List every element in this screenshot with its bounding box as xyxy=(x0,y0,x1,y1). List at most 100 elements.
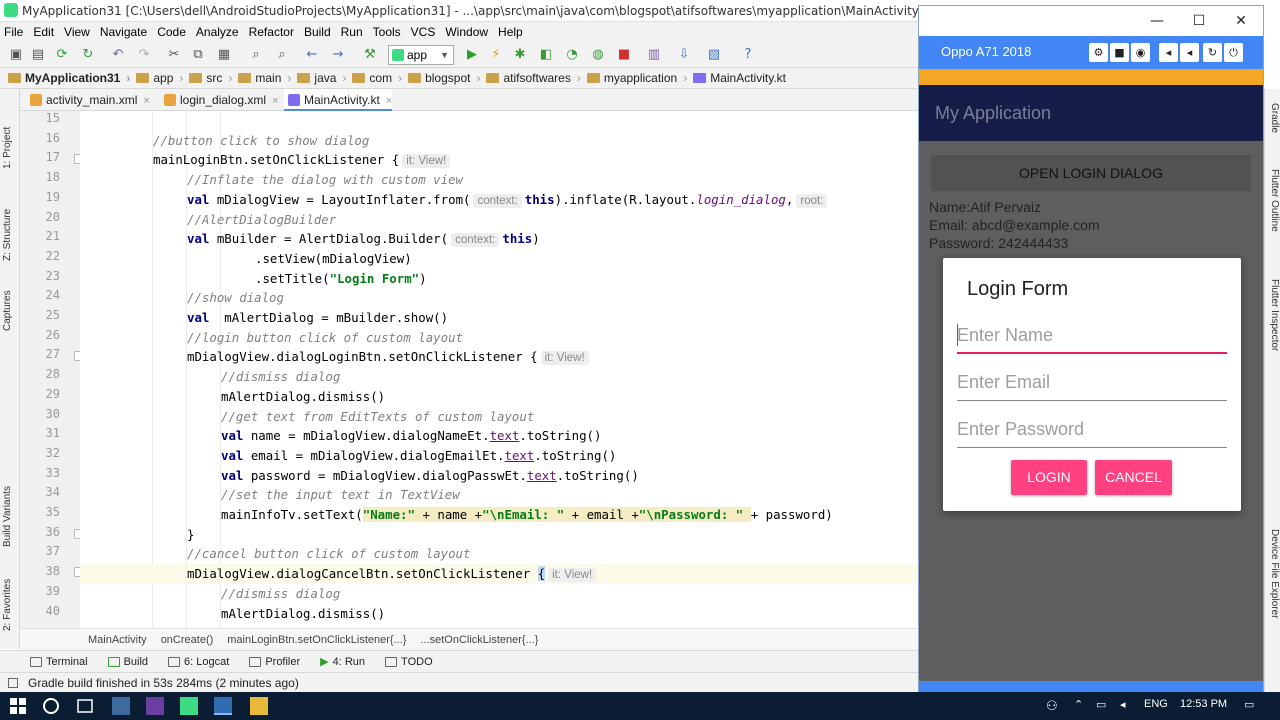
close-button[interactable]: ✕ xyxy=(1221,10,1261,32)
tool-tab-structure[interactable]: Z: Structure xyxy=(2,181,18,261)
name-field[interactable]: Enter Name xyxy=(957,318,1227,354)
menu-help[interactable]: Help xyxy=(498,25,523,39)
tool-logcat[interactable]: 6: Logcat xyxy=(168,656,229,668)
tab-activity-main[interactable]: activity_main.xml × xyxy=(26,89,150,111)
tool-todo[interactable]: TODO xyxy=(385,656,433,668)
menu-navigate[interactable]: Navigate xyxy=(100,25,147,39)
replace-icon[interactable]: ⌕ xyxy=(274,47,290,63)
tool-tab-gradle[interactable]: Gradle xyxy=(1266,103,1280,153)
settings-icon[interactable]: ⚙ xyxy=(1089,43,1108,62)
rotate-icon[interactable]: ↻ xyxy=(1203,43,1222,62)
code-editor[interactable]: //button click to show dialog mainLoginB… xyxy=(80,111,920,628)
tool-tab-flutter-outline[interactable]: Flutter Outline xyxy=(1266,169,1280,259)
record-icon[interactable]: ■ xyxy=(1110,43,1129,62)
open-login-dialog-button[interactable]: OPEN LOGIN DIALOG xyxy=(931,155,1251,191)
project-structure-icon[interactable]: ▧ xyxy=(706,47,722,63)
undo-icon[interactable]: ↶ xyxy=(110,47,126,63)
menu-analyze[interactable]: Analyze xyxy=(196,25,239,39)
sdk-manager-icon[interactable]: ⇩ xyxy=(676,47,692,63)
editor-crumb[interactable]: ...setOnClickListener{...} xyxy=(420,634,538,646)
task-view-icon[interactable] xyxy=(76,697,94,715)
apply-changes-icon[interactable]: ⚡ xyxy=(488,47,504,63)
find-icon[interactable]: ⌕ xyxy=(248,47,264,63)
tool-tab-favorites[interactable]: 2: Favorites xyxy=(2,571,18,631)
file-explorer-icon[interactable] xyxy=(112,697,130,715)
breadcrumb-item[interactable]: blogspot › xyxy=(408,71,480,85)
notifications-icon[interactable]: ▭ xyxy=(1244,698,1254,711)
gauge-icon[interactable]: ◍ xyxy=(590,47,606,63)
menu-window[interactable]: Window xyxy=(445,25,488,39)
editor-crumb[interactable]: MainActivity xyxy=(88,634,147,646)
breadcrumb-item[interactable]: atifsoftwares › xyxy=(486,71,581,85)
close-icon[interactable]: × xyxy=(272,95,278,107)
tool-tab-flutter-inspector[interactable]: Flutter Inspector xyxy=(1266,279,1280,379)
breadcrumb-item[interactable]: MyApplication31 › xyxy=(8,71,130,85)
tab-login-dialog[interactable]: login_dialog.xml × xyxy=(160,89,279,111)
tool-build[interactable]: Build xyxy=(107,656,148,668)
tool-terminal[interactable]: Terminal xyxy=(30,656,88,668)
paste-icon[interactable]: ▦ xyxy=(216,47,232,63)
tool-tab-device-file-explorer[interactable]: Device File Explorer xyxy=(1266,529,1280,649)
run-config-select[interactable]: app ▼ xyxy=(388,45,454,65)
attach-debugger-icon[interactable]: ◔ xyxy=(564,47,580,63)
avd-manager-icon[interactable]: ▥ xyxy=(646,47,662,63)
visual-studio-icon[interactable] xyxy=(146,697,164,715)
menu-file[interactable]: File xyxy=(4,25,23,39)
open-folder-icon[interactable]: ▣ xyxy=(8,47,24,63)
language-indicator[interactable]: ENG xyxy=(1144,698,1168,710)
people-icon[interactable]: ⚇ xyxy=(1046,698,1058,714)
emulator-taskbar-icon[interactable] xyxy=(214,697,232,715)
maximize-button[interactable]: ☐ xyxy=(1179,10,1219,32)
volume-up-icon[interactable]: ◂ xyxy=(1180,43,1199,62)
breadcrumb-item[interactable]: main › xyxy=(238,71,291,85)
close-icon[interactable]: × xyxy=(386,95,392,107)
breadcrumb-item[interactable]: com › xyxy=(352,71,402,85)
debug-icon[interactable]: ✱ xyxy=(512,47,528,63)
windows-start-icon[interactable] xyxy=(10,698,28,716)
refresh-icon[interactable]: ↻ xyxy=(80,47,96,63)
breadcrumb-item[interactable]: src › xyxy=(189,71,232,85)
editor-crumb[interactable]: onCreate() xyxy=(161,634,214,646)
volume-down-icon[interactable]: ◂ xyxy=(1159,43,1178,62)
folder-taskbar-icon[interactable] xyxy=(250,697,268,715)
tool-tab-project[interactable]: 1: Project xyxy=(2,99,18,169)
clock[interactable]: 12:53 PM xyxy=(1180,698,1227,710)
menu-code[interactable]: Code xyxy=(157,25,186,39)
back-icon[interactable]: ← xyxy=(304,47,320,63)
breadcrumb-item[interactable]: java › xyxy=(297,71,346,85)
menu-build[interactable]: Build xyxy=(304,25,331,39)
tab-main-activity[interactable]: MainActivity.kt × xyxy=(284,89,393,111)
menu-run[interactable]: Run xyxy=(341,25,363,39)
menu-edit[interactable]: Edit xyxy=(33,25,54,39)
tool-tab-captures[interactable]: Captures xyxy=(2,271,18,331)
network-icon[interactable]: ▭ xyxy=(1096,698,1106,711)
password-field[interactable]: Enter Password xyxy=(957,412,1227,448)
redo-icon[interactable]: ↷ xyxy=(136,47,152,63)
sync-icon[interactable]: ⟳ xyxy=(54,47,70,63)
stop-icon[interactable]: ■ xyxy=(616,47,632,63)
menu-tools[interactable]: Tools xyxy=(373,25,401,39)
volume-icon[interactable]: ◂ xyxy=(1120,698,1126,711)
breadcrumb-item[interactable]: MainActivity.kt xyxy=(693,71,786,85)
breadcrumb-item[interactable]: myapplication › xyxy=(586,71,687,85)
menu-view[interactable]: View xyxy=(64,25,90,39)
help-icon[interactable]: ? xyxy=(740,47,756,63)
close-icon[interactable]: × xyxy=(143,95,149,107)
tray-chevron-icon[interactable]: ⌃ xyxy=(1074,698,1083,711)
run-icon[interactable]: ▶ xyxy=(464,47,480,63)
breadcrumb-item[interactable]: app › xyxy=(136,71,183,85)
android-studio-taskbar-icon[interactable] xyxy=(180,697,198,715)
email-field[interactable]: Enter Email xyxy=(957,365,1227,401)
login-button[interactable]: LOGIN xyxy=(1011,460,1087,495)
tool-profiler[interactable]: Profiler xyxy=(249,656,300,668)
forward-icon[interactable]: → xyxy=(330,47,346,63)
minimize-button[interactable]: — xyxy=(1137,10,1177,32)
cut-icon[interactable]: ✂ xyxy=(166,47,182,63)
copy-icon[interactable]: ⧉ xyxy=(190,47,206,63)
profile-icon[interactable]: ◧ xyxy=(538,47,554,63)
menu-refactor[interactable]: Refactor xyxy=(249,25,294,39)
tool-run[interactable]: ▶ 4: Run xyxy=(320,655,365,669)
cancel-button[interactable]: CANCEL xyxy=(1095,460,1172,495)
tool-tab-build-variants[interactable]: Build Variants xyxy=(2,467,18,547)
power-icon[interactable]: ⏻ xyxy=(1224,43,1243,62)
